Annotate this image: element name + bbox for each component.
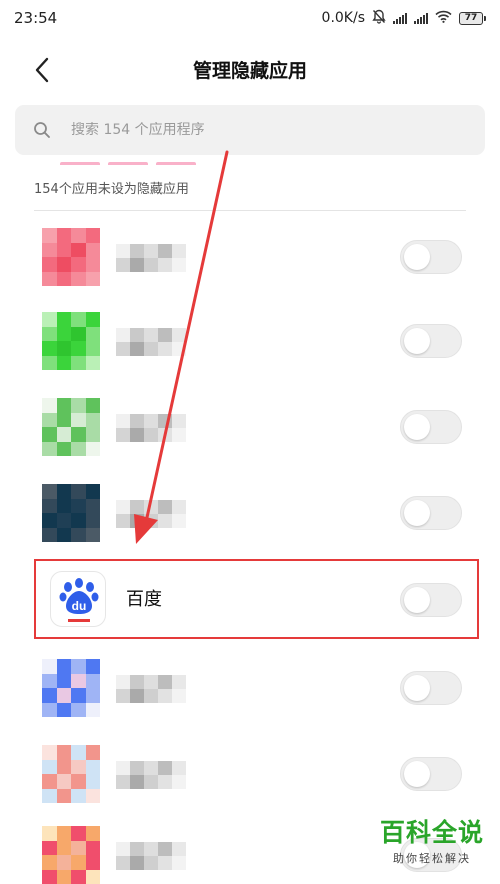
app-icon-blurred [42, 826, 100, 884]
mute-bell-icon [372, 9, 386, 28]
status-icons: 0.0K/s 77 [322, 9, 486, 28]
app-name-blurred [116, 761, 186, 789]
list-item[interactable] [34, 214, 474, 300]
hide-app-toggle[interactable] [400, 240, 462, 274]
hide-app-toggle[interactable] [400, 410, 462, 444]
signal-icon [414, 12, 428, 24]
list-item[interactable] [34, 470, 474, 556]
list-item[interactable] [34, 384, 474, 470]
app-name: 百度 [126, 589, 162, 610]
app-icon-blurred [42, 745, 100, 803]
list-item-baidu[interactable]: du 百度 [34, 557, 474, 643]
app-icon-blurred [42, 659, 100, 717]
app-name-blurred [116, 414, 186, 442]
watermark-subtitle: 助你轻松解决 [393, 852, 471, 865]
divider [34, 210, 466, 211]
app-name-blurred [116, 328, 186, 356]
list-item[interactable] [34, 731, 474, 817]
hide-app-toggle[interactable] [400, 324, 462, 358]
app-icon-blurred [42, 484, 100, 542]
app-icon-blurred [42, 398, 100, 456]
status-bar: 23:54 0.0K/s 77 [0, 0, 500, 36]
section-header: 154个应用未设为隐藏应用 [34, 182, 189, 197]
hide-app-toggle[interactable] [400, 496, 462, 530]
battery-level: 77 [459, 11, 483, 25]
list-item[interactable] [34, 298, 474, 384]
baidu-icon-text: du [72, 599, 87, 613]
search-icon [33, 119, 55, 141]
search-input[interactable] [71, 122, 451, 138]
hide-app-toggle[interactable] [400, 671, 462, 705]
hide-app-toggle[interactable] [400, 757, 462, 791]
app-name-blurred [116, 842, 186, 870]
signal-icon [393, 12, 407, 24]
app-icon-blurred [42, 312, 100, 370]
network-speed: 0.0K/s [321, 10, 365, 26]
search-box[interactable] [15, 105, 485, 155]
list-item[interactable] [34, 645, 474, 731]
title-bar: 管理隐藏应用 [0, 46, 500, 94]
app-name-blurred [116, 244, 186, 272]
watermark-title: 百科全说 [379, 818, 484, 847]
scrolled-row-peek [60, 155, 220, 165]
wifi-icon [435, 10, 452, 27]
app-icon-blurred [42, 228, 100, 286]
battery-icon: 77 [459, 11, 486, 25]
app-name-blurred [116, 500, 186, 528]
hide-app-toggle-baidu[interactable] [400, 583, 462, 617]
baidu-paw-icon: du [50, 571, 106, 627]
watermark-logo: 百科全说 助你轻松解决 [374, 818, 490, 866]
app-name-blurred [116, 675, 186, 703]
page-title: 管理隐藏应用 [192, 60, 307, 82]
status-time: 23:54 [14, 9, 58, 27]
